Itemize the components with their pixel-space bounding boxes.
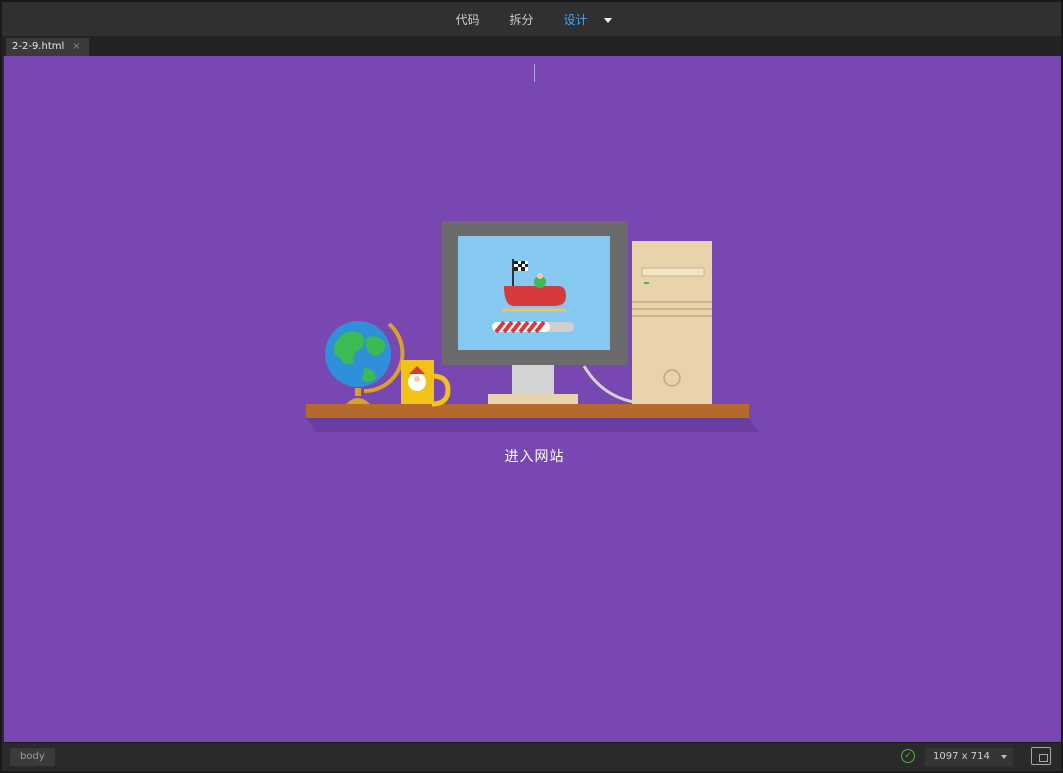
monitor-cable xyxy=(582,365,635,404)
window-size-select[interactable]: 1097 x 714 xyxy=(925,748,1013,766)
status-bar: body ✓ 1097 x 714 xyxy=(2,742,1061,771)
shelf xyxy=(306,404,749,418)
globe-icon xyxy=(325,321,405,404)
santa-mug-icon xyxy=(401,360,451,407)
editor-window: 代码 拆分 设计 2-2-9.html × 进入网站 body ✓ 1097 x… xyxy=(0,0,1063,773)
view-split-button[interactable]: 拆分 xyxy=(505,9,537,30)
monitor-icon xyxy=(442,221,628,404)
tag-selector-body[interactable]: body xyxy=(10,748,55,766)
document-tab[interactable]: 2-2-9.html × xyxy=(6,38,89,56)
pc-tower-icon xyxy=(632,241,712,404)
preview-icon[interactable] xyxy=(1031,747,1051,765)
chevron-down-icon xyxy=(1001,755,1007,759)
window-size-value: 1097 x 714 xyxy=(933,751,990,762)
enter-site-link[interactable]: 进入网站 xyxy=(4,446,1061,466)
document-tab-bar: 2-2-9.html × xyxy=(2,36,1061,56)
tab-filename: 2-2-9.html xyxy=(12,41,65,52)
desk-illustration xyxy=(306,221,759,432)
shelf-shadow xyxy=(306,418,759,432)
view-design-button[interactable]: 设计 xyxy=(553,9,624,38)
caret-down-icon[interactable] xyxy=(603,17,612,23)
view-switcher: 代码 拆分 设计 xyxy=(2,2,1061,38)
view-code-button[interactable]: 代码 xyxy=(451,9,483,30)
close-icon[interactable]: × xyxy=(72,38,80,56)
check-circle-icon: ✓ xyxy=(901,749,915,763)
design-canvas[interactable]: 进入网站 xyxy=(4,56,1061,745)
